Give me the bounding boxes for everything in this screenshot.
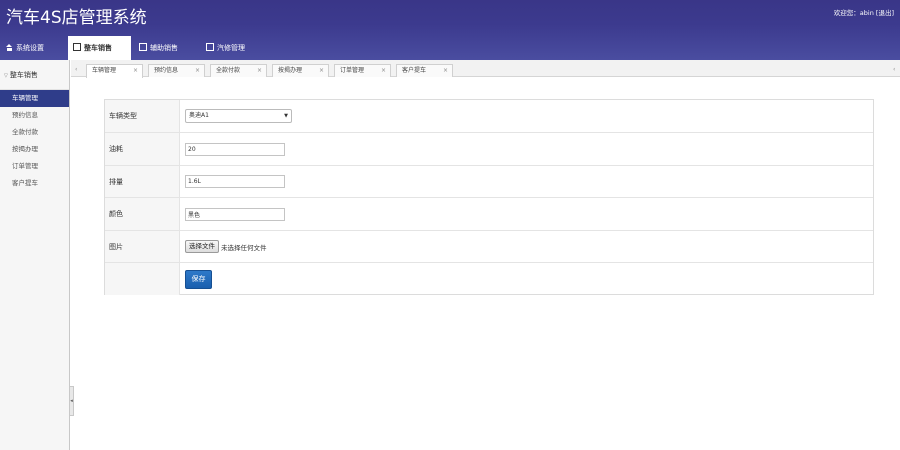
topnav-item-vehicle-sales[interactable]: 整车销售 — [68, 36, 131, 60]
tab-label: 预约信息 — [154, 67, 179, 74]
displacement-label: 排量 — [105, 166, 180, 197]
tab-scroll-left-icon[interactable]: ‹ — [75, 64, 83, 76]
tab-label: 按揭办理 — [278, 67, 303, 74]
user-greeting: 欢迎您：abin — [833, 9, 874, 17]
tab-label: 全款付款 — [216, 67, 241, 74]
close-icon[interactable]: × — [443, 65, 448, 77]
sidebar-item-reservations[interactable]: 预约信息 — [0, 107, 69, 124]
tab-label: 订单管理 — [340, 67, 365, 74]
caret-icon: ▽ — [4, 73, 8, 79]
topnav-item-label: 系统设置 — [16, 44, 44, 52]
fuel-input[interactable] — [185, 142, 285, 156]
sidebar-title[interactable]: ▽ 整车销售 — [0, 60, 69, 90]
vehicle-type-label: 车辆类型 — [105, 100, 180, 132]
color-label: 颜色 — [105, 198, 180, 230]
sidebar-collapse-handle[interactable]: ◂ — [69, 386, 74, 416]
tab-full-payment[interactable]: 全款付款 × — [210, 64, 267, 77]
tab-mortgage[interactable]: 按揭办理 × — [272, 64, 329, 77]
vehicle-type-value: 奥迪A1 — [189, 112, 209, 119]
topnav-item-label: 整车销售 — [84, 44, 112, 52]
topnav-item-system-settings[interactable]: 系统设置 — [4, 36, 64, 60]
topnav-item-label: 辅助销售 — [150, 44, 178, 52]
file-status: 未选择任何文件 — [221, 243, 267, 252]
top-nav: 系统设置 整车销售 辅助销售 汽修管理 — [0, 36, 900, 60]
close-icon[interactable]: × — [195, 65, 200, 77]
close-icon[interactable]: × — [319, 65, 324, 77]
close-icon[interactable]: × — [257, 65, 262, 77]
sidebar-item-vehicle-management[interactable]: 车辆管理 — [0, 90, 69, 107]
tab-vehicle-management[interactable]: 车辆管理 × — [86, 64, 143, 78]
tab-scroll-right-icon[interactable]: ‹ — [893, 64, 899, 76]
form-row-image: 图片 选择文件 未选择任何文件 — [105, 231, 873, 263]
app-header: 汽车4S店管理系统 欢迎您：abin [退出] 系统设置 整车销售 辅助销售 汽… — [0, 0, 900, 60]
topnav-item-aux-sales[interactable]: 辅助销售 — [137, 36, 197, 60]
topnav-item-label: 汽修管理 — [217, 44, 245, 52]
fuel-label: 油耗 — [105, 133, 180, 165]
color-input[interactable] — [185, 207, 285, 221]
document-icon — [139, 43, 147, 51]
vehicle-form: 车辆类型 奥迪A1 ▼ 油耗 排量 颜色 图片 选择文件 未选择任何文件 保存 — [104, 99, 874, 295]
tab-bar: ‹ 车辆管理 × 预约信息 × 全款付款 × 按揭办理 × 订单管理 × 客户提车 × ‹ — [71, 60, 900, 78]
sidebar-item-pickup[interactable]: 客户提车 — [0, 175, 69, 192]
dropdown-arrow-icon: ▼ — [284, 113, 288, 119]
vehicle-type-select[interactable]: 奥迪A1 ▼ — [185, 109, 292, 123]
sidebar-item-full-payment[interactable]: 全款付款 — [0, 124, 69, 141]
sidebar-item-orders[interactable]: 订单管理 — [0, 158, 69, 175]
form-row-color: 颜色 — [105, 198, 873, 231]
sidebar-item-mortgage[interactable]: 按揭办理 — [0, 141, 69, 158]
sidebar-title-label: 整车销售 — [9, 71, 38, 79]
tab-pickup[interactable]: 客户提车 × — [396, 64, 453, 77]
close-icon[interactable]: × — [133, 65, 138, 77]
user-area: 欢迎您：abin [退出] — [834, 7, 894, 17]
choose-file-button[interactable]: 选择文件 — [185, 240, 219, 253]
displacement-input[interactable] — [185, 175, 285, 188]
actions-label-cell — [105, 263, 180, 295]
document-icon — [206, 43, 214, 51]
tab-label: 客户提车 — [402, 67, 427, 74]
form-row-fuel: 油耗 — [105, 133, 873, 166]
tab-reservations[interactable]: 预约信息 × — [148, 64, 205, 77]
tab-label: 车辆管理 — [92, 67, 117, 74]
logout-link[interactable]: [退出] — [876, 9, 894, 17]
image-label: 图片 — [105, 231, 180, 262]
home-icon — [6, 44, 13, 51]
save-button[interactable]: 保存 — [185, 269, 212, 289]
form-row-vehicle-type: 车辆类型 奥迪A1 ▼ — [105, 100, 873, 133]
sidebar: ▽ 整车销售 车辆管理 预约信息 全款付款 按揭办理 订单管理 客户提车 — [0, 60, 70, 450]
form-row-actions: 保存 — [105, 263, 873, 295]
document-icon — [73, 43, 81, 51]
form-row-displacement: 排量 — [105, 166, 873, 198]
close-icon[interactable]: × — [381, 65, 386, 77]
app-title: 汽车4S店管理系统 — [6, 8, 147, 28]
topnav-item-repair[interactable]: 汽修管理 — [204, 36, 264, 60]
tab-orders[interactable]: 订单管理 × — [334, 64, 391, 77]
